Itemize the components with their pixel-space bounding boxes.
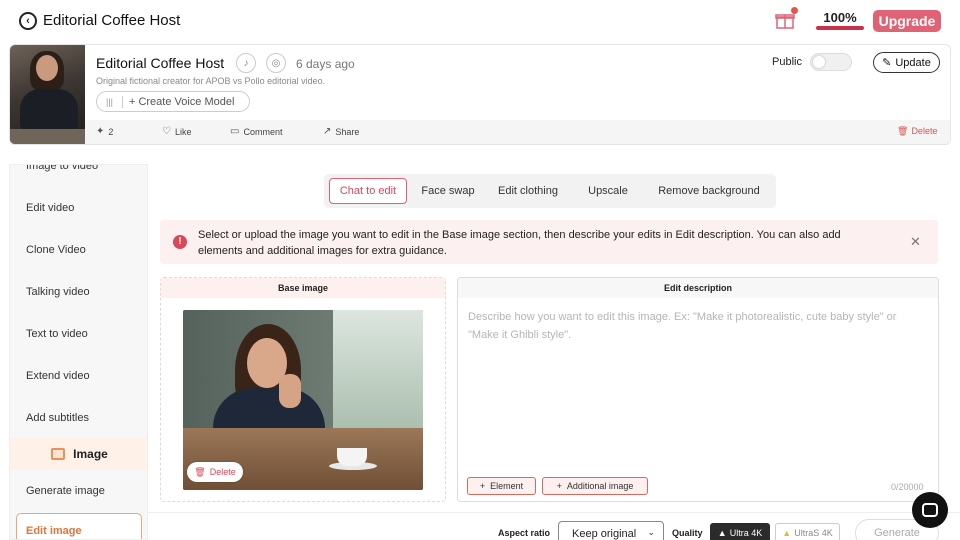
trash-icon: 🗑	[194, 466, 206, 477]
mountain-icon: ▲	[782, 528, 792, 538]
additional-image-button[interactable]: + Additional image	[542, 477, 648, 495]
share-icon: ↗	[323, 126, 332, 137]
edit-tabs: Chat to edit Face swap Edit clothing Ups…	[324, 174, 776, 208]
tab-chat-to-edit[interactable]: Chat to edit	[329, 178, 407, 204]
waveform-icon: |||	[97, 95, 123, 108]
share-label: Share	[335, 126, 360, 137]
edit-description-title: Edit description	[458, 278, 938, 298]
image-icon	[51, 448, 66, 460]
comment-button[interactable]: ▭ Comment	[230, 126, 282, 137]
public-toggle[interactable]	[810, 53, 852, 71]
chat-support-button[interactable]	[912, 492, 948, 528]
element-label: Element	[490, 481, 524, 491]
sidebar-item-generate-image[interactable]: Generate image	[26, 485, 105, 497]
chat-icon	[922, 503, 938, 517]
creator-description: Original fictional creator for APOB vs P…	[96, 76, 326, 86]
create-voice-model-button[interactable]: ||| + Create Voice Model	[96, 91, 250, 112]
character-counter: 0/20000	[891, 482, 924, 492]
public-label: Public	[772, 56, 802, 68]
quality-ultra-4k-label: Ultra 4K	[729, 528, 763, 538]
sidebar-item-image-to-video[interactable]: Image to video	[26, 165, 98, 172]
update-button[interactable]: ✎ Update	[873, 52, 940, 73]
like-button[interactable]: ♡ Like	[162, 126, 191, 137]
aspect-ratio-label: Aspect ratio	[498, 528, 551, 538]
tab-face-swap[interactable]: Face swap	[412, 178, 484, 204]
notification-dot	[791, 7, 798, 14]
like-label: Like	[174, 126, 192, 137]
upgrade-button[interactable]: Upgrade	[873, 10, 941, 32]
bottom-bar: Aspect ratio Keep original ⌄ Quality ▲ U…	[148, 512, 960, 540]
plus-icon: +	[556, 481, 562, 491]
create-voice-model-label: Create Voice Model	[138, 95, 235, 108]
credits-bar	[816, 26, 864, 30]
creator-thumbnail[interactable]	[10, 45, 85, 144]
delete-image-button[interactable]: 🗑 Delete	[187, 462, 243, 482]
tab-remove-background[interactable]: Remove background	[650, 178, 768, 204]
base-image-panel[interactable]: Base image 🗑 Delete	[160, 277, 446, 502]
card-footer: ✦ 2 ♡ Like ▭ Comment ↗ Share 🗑 Delete	[85, 120, 950, 144]
page-title: Editorial Coffee Host	[43, 12, 181, 29]
trash-icon: 🗑	[897, 126, 909, 136]
top-bar: ‹ Editorial Coffee Host 100% Upgrade	[0, 0, 960, 42]
info-banner: ! Select or upload the image you want to…	[160, 220, 938, 264]
chevron-down-icon: ⌄	[647, 527, 655, 537]
plus-icon: +	[129, 95, 136, 108]
sidebar-item-text-to-video[interactable]: Text to video	[26, 328, 88, 340]
sidebar-section-image: Image	[10, 438, 147, 470]
base-image-title: Base image	[161, 278, 445, 298]
comment-icon: ▭	[230, 126, 240, 137]
creator-card: Editorial Coffee Host ♪ ◎ 6 days ago Ori…	[9, 44, 951, 145]
edit-description-panel: Edit description Describe how you want t…	[457, 277, 939, 502]
quality-ultras-4k-button[interactable]: ▲ UltraS 4K	[775, 523, 840, 540]
credits-percent: 100%	[823, 10, 857, 25]
app-page: ‹ Editorial Coffee Host 100% Upgrade Edi…	[0, 0, 960, 540]
tool-sidebar: Image to video Edit video Clone Video Ta…	[9, 164, 148, 540]
sidebar-item-talking-video[interactable]: Talking video	[26, 286, 90, 298]
plus-icon: +	[479, 481, 486, 491]
instagram-icon[interactable]: ◎	[266, 53, 286, 73]
remix-button[interactable]: ✦ 2	[96, 126, 113, 137]
remix-count: 2	[108, 126, 114, 137]
additional-image-label: Additional image	[566, 481, 634, 491]
mountain-icon: ▲	[717, 528, 727, 538]
delete-label: Delete	[911, 126, 938, 136]
quality-ultras-4k-label: UltraS 4K	[794, 528, 833, 538]
close-icon[interactable]: ✕	[910, 234, 921, 250]
credits-bar-fill	[816, 26, 864, 30]
aspect-ratio-value: Keep original	[572, 528, 637, 540]
add-element-button[interactable]: + Element	[467, 477, 536, 495]
creator-time: 6 days ago	[296, 57, 355, 71]
sidebar-item-add-subtitles[interactable]: Add subtitles	[26, 412, 89, 424]
sidebar-section-label: Image	[73, 447, 108, 461]
sparkle-icon: ✦	[96, 126, 105, 137]
sidebar-item-edit-video[interactable]: Edit video	[26, 202, 74, 214]
heart-icon: ♡	[162, 126, 171, 137]
share-button[interactable]: ↗ Share	[323, 126, 359, 137]
sidebar-item-clone-video[interactable]: Clone Video	[26, 244, 86, 256]
sidebar-item-extend-video[interactable]: Extend video	[26, 370, 90, 382]
comment-label: Comment	[243, 126, 283, 137]
update-label: Update	[895, 56, 931, 69]
creator-name: Editorial Coffee Host	[96, 55, 225, 71]
tiktok-icon[interactable]: ♪	[236, 53, 256, 73]
delete-image-label: Delete	[209, 467, 236, 477]
quality-ultra-4k-button[interactable]: ▲ Ultra 4K	[710, 523, 770, 540]
info-banner-text: Select or upload the image you want to e…	[198, 229, 841, 257]
aspect-ratio-select[interactable]: Keep original ⌄	[558, 521, 664, 540]
sidebar-item-edit-image[interactable]: Edit image	[16, 513, 142, 539]
back-arrow-icon[interactable]: ‹	[19, 12, 37, 30]
quality-label: Quality	[672, 528, 703, 538]
delete-button[interactable]: 🗑 Delete	[897, 126, 937, 137]
tab-upscale[interactable]: Upscale	[574, 178, 642, 204]
tab-edit-clothing[interactable]: Edit clothing	[489, 178, 567, 204]
info-icon: !	[173, 235, 187, 249]
edit-description-input[interactable]: Describe how you want to edit this image…	[468, 308, 928, 344]
pencil-icon: ✎	[882, 57, 892, 69]
